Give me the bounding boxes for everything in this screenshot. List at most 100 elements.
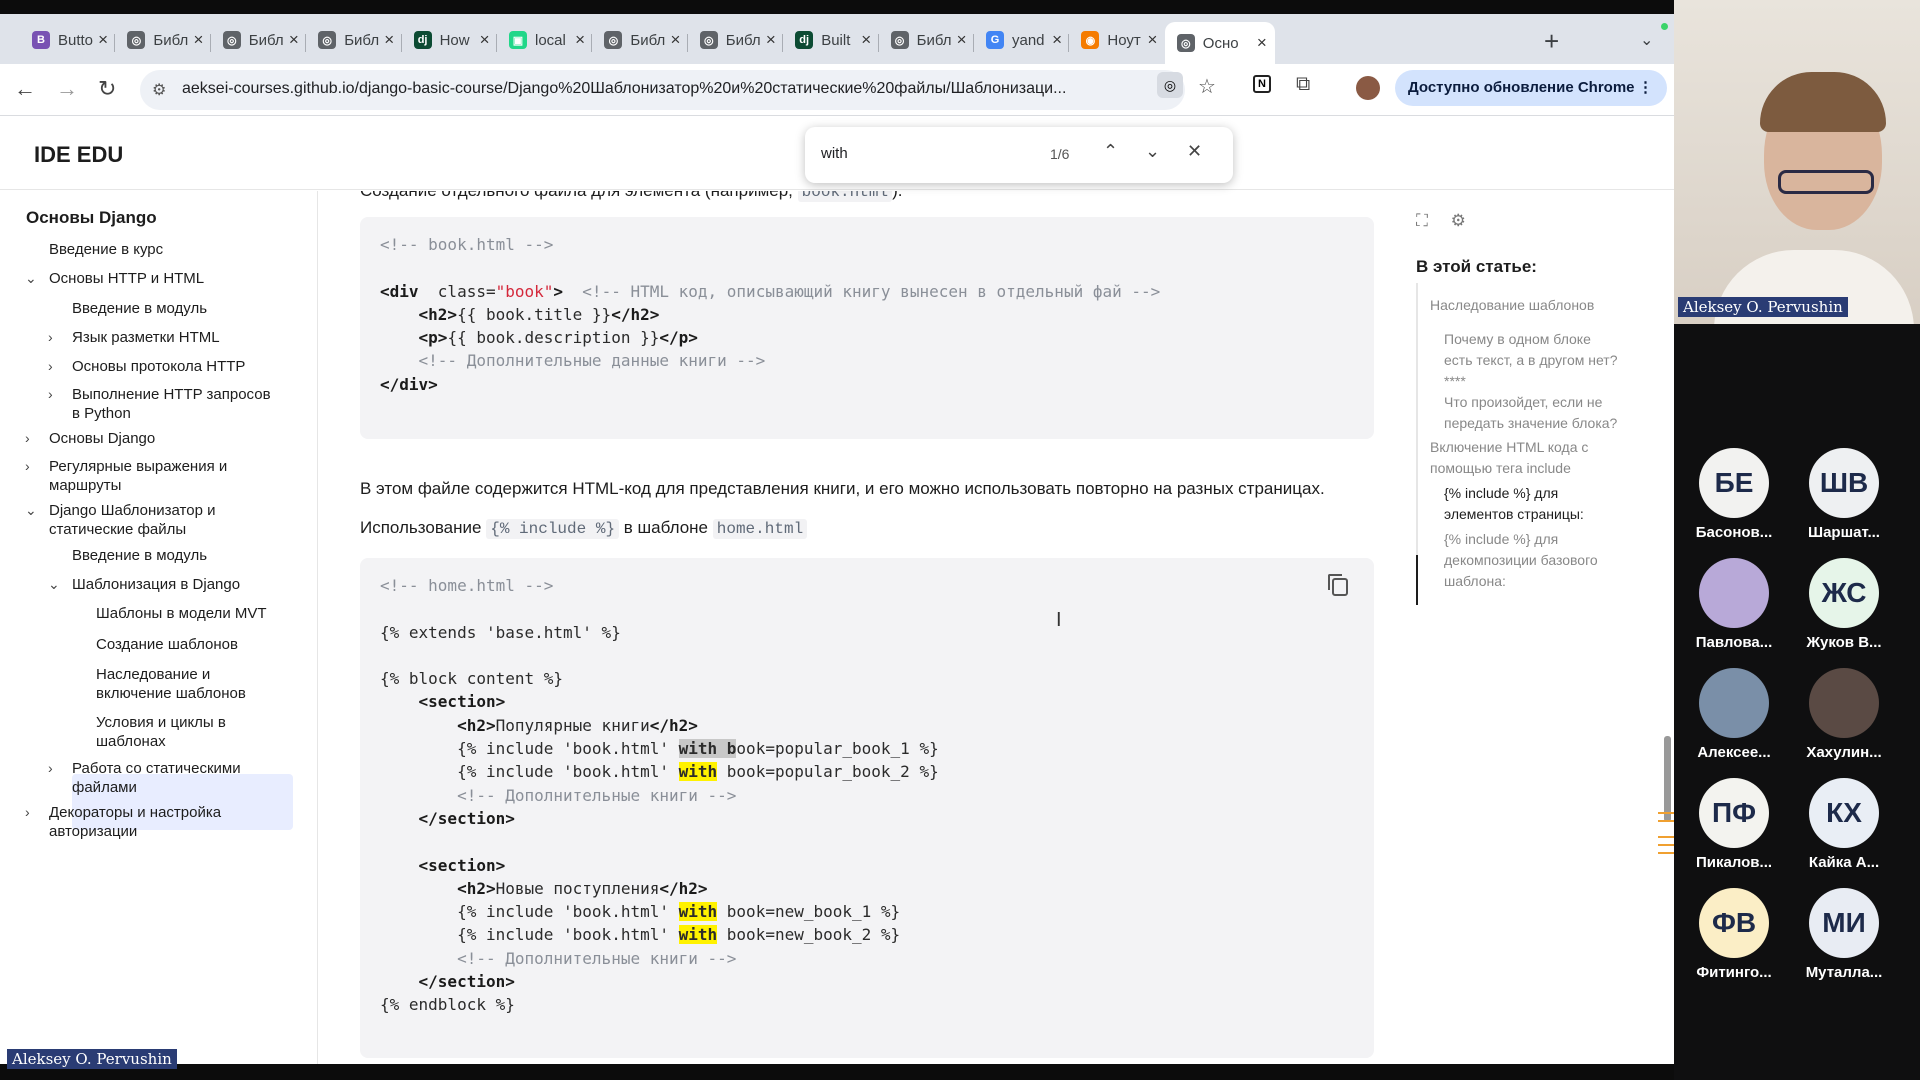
back-arrow-icon[interactable]: ←: [14, 76, 36, 102]
tab-1[interactable]: ◎ Библ ×: [115, 24, 211, 56]
tab-close-icon[interactable]: ×: [957, 30, 967, 50]
tab-close-icon[interactable]: ×: [1052, 30, 1062, 50]
sidebar-item[interactable]: › Основы Django: [25, 429, 155, 448]
lens-icon[interactable]: ◎: [1157, 72, 1183, 98]
toc-item[interactable]: Наследование шаблонов: [1430, 295, 1594, 316]
participant-tile[interactable]: ШВ Шаршат...: [1794, 448, 1894, 541]
tab-close-icon[interactable]: ×: [480, 30, 490, 50]
fullscreen-icon[interactable]: ⛶: [1416, 211, 1428, 230]
sidebar-item[interactable]: › Язык разметки HTML: [48, 328, 220, 347]
participant-tile[interactable]: Алексее...: [1684, 668, 1784, 761]
more-menu-icon[interactable]: ⋮: [1638, 70, 1653, 106]
url-text[interactable]: aeksei-courses.github.io/django-basic-co…: [182, 80, 1142, 98]
tab-2[interactable]: ◎ Библ ×: [211, 24, 307, 56]
forward-arrow-icon[interactable]: →: [56, 76, 78, 102]
toc-item[interactable]: {% include %} для элементов страницы:: [1444, 483, 1584, 525]
code-token: </section>: [418, 808, 515, 828]
chevron-down-icon[interactable]: ⌄: [25, 501, 37, 520]
participant-tile[interactable]: ЖС Жуков В...: [1794, 558, 1894, 651]
chevron-right-icon[interactable]: ›: [48, 357, 53, 376]
sidebar-item[interactable]: › Декораторы и настройка авторизации: [25, 803, 221, 841]
tab-close-icon[interactable]: ×: [1147, 30, 1157, 50]
tab-11[interactable]: ◉ Ноут ×: [1069, 24, 1165, 56]
sidebar-item[interactable]: Основы Django: [26, 208, 157, 227]
tab-close-icon[interactable]: ×: [861, 30, 871, 50]
profile-avatar[interactable]: [1356, 76, 1380, 100]
toc-item[interactable]: Включение HTML кода с помощью тега inclu…: [1430, 437, 1588, 479]
code-token: <section>: [418, 692, 506, 712]
sidebar-item[interactable]: Введение в модуль: [72, 299, 207, 318]
sidebar-item[interactable]: Введение в курс: [49, 240, 163, 259]
tab-close-icon[interactable]: ×: [193, 30, 203, 50]
include-tag-code: {% include %}: [486, 519, 620, 539]
browser-window: B Butto × ◎ Библ × ◎ Библ × ◎ Библ × dj How × ▣ local × ◎ Б…: [0, 14, 1674, 1064]
chevron-down-icon[interactable]: ⌄: [48, 575, 60, 594]
find-prev-chevron-up-icon[interactable]: ⌃: [1103, 141, 1118, 162]
sidebar-item[interactable]: › Основы протокола HTTP: [48, 357, 245, 376]
participant-tile[interactable]: Хахулин...: [1794, 668, 1894, 761]
new-tab-button[interactable]: +: [1544, 26, 1559, 57]
tab-4[interactable]: dj How ×: [402, 24, 498, 56]
site-brand[interactable]: IDE EDU: [34, 142, 123, 168]
tab-close-icon[interactable]: ×: [575, 30, 585, 50]
tab-7[interactable]: ◎ Библ ×: [688, 24, 784, 56]
tab-close-icon[interactable]: ×: [98, 30, 108, 50]
sidebar-item[interactable]: ⌄ Шаблонизация в Django: [48, 575, 240, 594]
site-settings-icon[interactable]: ⚙: [152, 80, 166, 100]
chevron-right-icon[interactable]: ›: [25, 803, 30, 822]
tab-search-chevron-icon[interactable]: ⌄: [1640, 30, 1653, 50]
toc-item[interactable]: Что произойдет, если не передать значени…: [1444, 392, 1617, 434]
tab-3[interactable]: ◎ Библ ×: [306, 24, 402, 56]
find-next-chevron-down-icon[interactable]: ⌄: [1145, 141, 1160, 162]
sidebar-item[interactable]: › Выполнение HTTP запросов в Python: [48, 385, 271, 423]
address-bar[interactable]: ⚙ aeksei-courses.github.io/django-basic-…: [140, 70, 1185, 110]
page-scrollbar-thumb[interactable]: [1664, 736, 1671, 822]
sidebar-item[interactable]: Создание шаблонов: [96, 635, 238, 654]
chevron-right-icon[interactable]: ›: [48, 759, 53, 778]
chevron-right-icon[interactable]: ›: [25, 429, 30, 448]
participant-tile[interactable]: БЕ Басонов...: [1684, 448, 1784, 541]
tab-close-icon[interactable]: ×: [1257, 33, 1267, 53]
bookmark-star-icon[interactable]: ☆: [1198, 74, 1216, 99]
notion-extension-icon[interactable]: N: [1253, 75, 1271, 93]
tab-close-icon[interactable]: ×: [384, 30, 394, 50]
tab-close-icon[interactable]: ×: [289, 30, 299, 50]
chrome-update-button[interactable]: Доступно обновление Chrome ⋮: [1395, 70, 1667, 106]
tab-12[interactable]: ◎ Осно ×: [1164, 22, 1275, 64]
tab-5[interactable]: ▣ local ×: [497, 24, 593, 56]
tab-close-icon[interactable]: ×: [670, 30, 680, 50]
sidebar-item[interactable]: Шаблоны в модели MVT: [96, 604, 267, 623]
sidebar-item[interactable]: Наследование и включение шаблонов: [96, 665, 246, 703]
sidebar-item[interactable]: ⌄ Основы HTTP и HTML: [25, 269, 204, 288]
sidebar-item[interactable]: Введение в модуль: [72, 546, 207, 565]
reload-icon[interactable]: ↻: [98, 76, 116, 102]
find-input[interactable]: with: [821, 145, 848, 162]
participant-tile[interactable]: ФВ Фитинго...: [1684, 888, 1784, 981]
tab-close-icon[interactable]: ×: [766, 30, 776, 50]
sidebar-item[interactable]: ⌄ Django Шаблонизатор и статические файлы: [25, 501, 215, 539]
toc-item[interactable]: {% include %} для декомпозиции базового …: [1444, 529, 1598, 592]
participant-tile[interactable]: КХ Кайка А...: [1794, 778, 1894, 871]
participant-tile[interactable]: МИ Муталла...: [1794, 888, 1894, 981]
toc-item[interactable]: Почему в одном блоке есть текст, а в дру…: [1444, 329, 1618, 392]
copy-icon[interactable]: [1328, 574, 1348, 596]
sidebar-item[interactable]: › Регулярные выражения и маршруты: [25, 457, 227, 495]
tab-8[interactable]: dj Built ×: [783, 24, 879, 56]
chevron-right-icon[interactable]: ›: [48, 385, 53, 404]
tab-9[interactable]: ◎ Библ ×: [879, 24, 975, 56]
extensions-puzzle-icon[interactable]: ⧉: [1296, 73, 1310, 96]
chevron-right-icon[interactable]: ›: [25, 457, 30, 476]
chevron-down-icon[interactable]: ⌄: [25, 269, 37, 288]
tab-6[interactable]: ◎ Библ ×: [592, 24, 688, 56]
chevron-right-icon[interactable]: ›: [48, 328, 53, 347]
participant-tile[interactable]: ПФ Пикалов...: [1684, 778, 1784, 871]
find-close-icon[interactable]: ✕: [1187, 141, 1202, 162]
sidebar-item[interactable]: › Работа со статическими файлами: [48, 759, 241, 797]
participant-tile[interactable]: Павлова...: [1684, 558, 1784, 651]
tab-10[interactable]: Gyand ×: [974, 24, 1070, 56]
tab-0[interactable]: B Butto ×: [20, 24, 116, 56]
sidebar-item[interactable]: Условия и циклы в шаблонах: [96, 713, 226, 751]
settings-gear-icon[interactable]: ⚙: [1451, 211, 1466, 230]
